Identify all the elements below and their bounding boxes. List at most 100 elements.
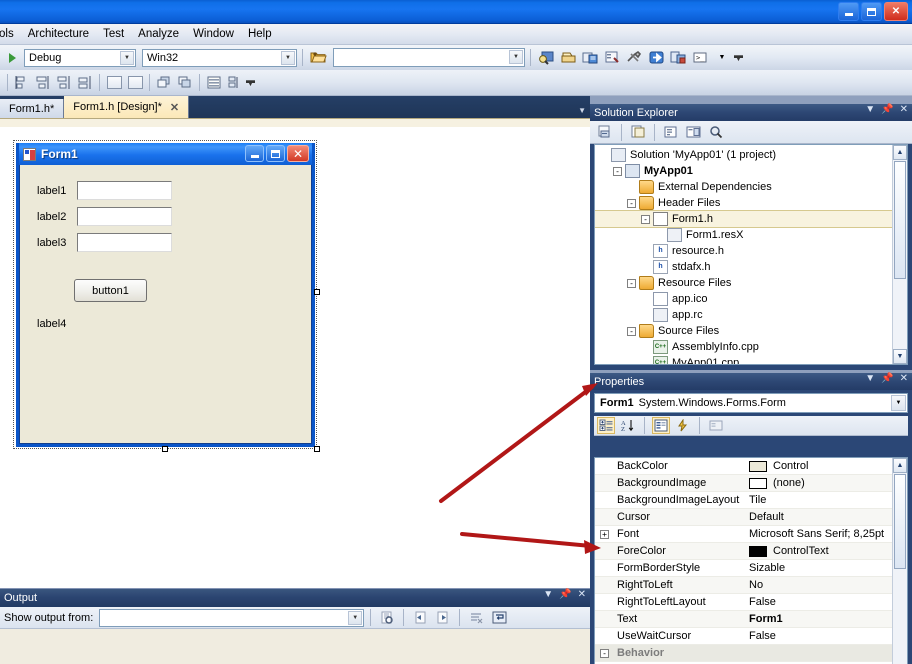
tree-item[interactable]: - Form1.h: [595, 210, 907, 228]
property-value-cell[interactable]: No: [745, 579, 907, 591]
categorized-icon[interactable]: [597, 417, 615, 434]
chevron-down-icon[interactable]: ▼: [865, 105, 875, 115]
scroll-up-icon[interactable]: ▲: [893, 458, 907, 473]
find-message-icon[interactable]: [377, 608, 397, 628]
form-designer-surface[interactable]: Form1 ✕ label1 label2 label3 label4 butt…: [0, 118, 590, 588]
platform-combo[interactable]: Win32 ▼: [142, 48, 297, 67]
align-centers-icon[interactable]: [33, 73, 53, 93]
tree-item[interactable]: Solution 'MyApp01' (1 project): [595, 147, 907, 163]
close-icon[interactable]: ✕: [900, 374, 908, 384]
scrollbar-thumb[interactable]: [894, 474, 906, 569]
designed-form[interactable]: Form1 ✕ label1 label2 label3 label4 butt…: [16, 143, 315, 447]
properties-icon[interactable]: [652, 417, 670, 434]
tree-item[interactable]: External Dependencies: [595, 179, 907, 195]
property-value-cell[interactable]: Microsoft Sans Serif; 8,25pt: [745, 528, 907, 540]
toolbar-overflow-icon[interactable]: ▬ ▼: [246, 75, 255, 88]
property-row[interactable]: FormBorderStyle Sizable: [595, 560, 907, 577]
form-textbox-3[interactable]: [77, 233, 172, 252]
chevron-down-icon[interactable]: ▼: [281, 50, 295, 65]
show-output-from-combo[interactable]: ▼: [99, 608, 365, 627]
tree-item[interactable]: h stdafx.h: [595, 259, 907, 275]
search-input[interactable]: ▼: [333, 48, 525, 67]
alphabetical-icon[interactable]: AZ: [619, 417, 637, 434]
show-all-files-icon[interactable]: [628, 122, 648, 142]
property-value-cell[interactable]: Tile: [745, 494, 907, 506]
tree-item[interactable]: app.ico: [595, 291, 907, 307]
toolbar-overflow-icon[interactable]: ▼: [712, 48, 732, 68]
navigate-forward-icon[interactable]: [646, 48, 666, 68]
chevron-down-icon[interactable]: ▼: [865, 374, 875, 384]
resize-handle-right[interactable]: [314, 289, 320, 295]
close-icon[interactable]: ✕: [170, 101, 179, 114]
properties-window-icon[interactable]: [602, 48, 622, 68]
property-row[interactable]: RightToLeft No: [595, 577, 907, 594]
property-row[interactable]: RightToLeftLayout False: [595, 594, 907, 611]
property-row[interactable]: Font Microsoft Sans Serif; 8,25pt: [595, 526, 907, 543]
tree-item[interactable]: - MyApp01: [595, 163, 907, 179]
property-pages-icon[interactable]: [707, 417, 725, 434]
chevron-down-icon[interactable]: ▼: [509, 50, 523, 64]
tree-item[interactable]: - Header Files: [595, 195, 907, 211]
chevron-down-icon[interactable]: ▼: [120, 50, 134, 65]
clear-all-icon[interactable]: [466, 608, 486, 628]
property-expander-icon[interactable]: -: [600, 649, 609, 658]
refresh-icon[interactable]: [707, 122, 727, 142]
property-row[interactable]: ForeColor ControlText: [595, 543, 907, 560]
solution-tree-scrollbar[interactable]: ▲ ▼: [892, 145, 907, 364]
tree-item[interactable]: C++ AssemblyInfo.cpp: [595, 339, 907, 355]
menu-item-architecture[interactable]: Architecture: [21, 26, 96, 42]
tools-icon[interactable]: [624, 48, 644, 68]
run-icon[interactable]: [2, 48, 22, 68]
property-value-cell[interactable]: Form1: [745, 613, 907, 625]
properties-icon[interactable]: [595, 122, 615, 142]
resize-handle-corner[interactable]: [314, 446, 320, 452]
property-category-row[interactable]: Behavior: [595, 645, 907, 662]
view-designer-icon[interactable]: [684, 122, 704, 142]
resize-handle-bottom[interactable]: [162, 446, 168, 452]
property-value-cell[interactable]: (none): [745, 477, 907, 489]
properties-grid-scrollbar[interactable]: ▲: [892, 458, 907, 664]
property-value-cell[interactable]: Sizable: [745, 562, 907, 574]
form-label-3[interactable]: label3: [37, 237, 66, 249]
toolbar-options-icon[interactable]: ▬ ▼: [734, 50, 743, 63]
chevron-down-icon[interactable]: ▼: [578, 106, 586, 115]
configuration-combo[interactable]: Debug ▼: [24, 48, 136, 67]
menu-item-window[interactable]: Window: [186, 26, 241, 42]
layout-icon[interactable]: [225, 73, 245, 93]
menu-item-analyze[interactable]: Analyze: [131, 26, 186, 42]
tab-form1-h[interactable]: Form1.h*: [0, 99, 65, 118]
align-middles-icon[interactable]: [75, 73, 95, 93]
tree-expander-icon[interactable]: -: [613, 166, 622, 176]
property-row[interactable]: UseWaitCursor False: [595, 628, 907, 645]
form-maximize-button[interactable]: [266, 145, 285, 162]
property-row[interactable]: Cursor Default: [595, 509, 907, 526]
form-label-1[interactable]: label1: [37, 185, 66, 197]
property-value-cell[interactable]: False: [745, 596, 907, 608]
tree-item[interactable]: C++ MyApp01.cpp: [595, 355, 907, 364]
form-label-2[interactable]: label2: [37, 211, 66, 223]
scrollbar-thumb[interactable]: [894, 161, 906, 279]
chevron-down-icon[interactable]: ▼: [348, 610, 363, 625]
tree-item[interactable]: h resource.h: [595, 243, 907, 259]
solution-tree[interactable]: Solution 'MyApp01' (1 project) - MyApp01 Ex…: [594, 144, 908, 365]
maximize-button[interactable]: [861, 2, 882, 21]
minimize-button[interactable]: [838, 2, 859, 21]
toggle-word-wrap-icon[interactable]: [489, 608, 509, 628]
solution-explorer-icon[interactable]: [580, 48, 600, 68]
form-textbox-1[interactable]: [77, 181, 172, 200]
close-button[interactable]: ✕: [884, 2, 908, 21]
property-row[interactable]: BackColor Control: [595, 458, 907, 475]
toolbox-icon[interactable]: [558, 48, 578, 68]
tree-expander-icon[interactable]: -: [641, 214, 650, 224]
make-same-width-icon[interactable]: [104, 73, 124, 93]
go-to-previous-icon[interactable]: [410, 608, 430, 628]
property-row[interactable]: BackgroundImageLayout Tile: [595, 492, 907, 509]
go-to-next-icon[interactable]: [433, 608, 453, 628]
tab-order-icon[interactable]: [204, 73, 224, 93]
form-minimize-button[interactable]: [245, 145, 264, 162]
tree-item[interactable]: app.rc: [595, 307, 907, 323]
object-browser-icon[interactable]: [668, 48, 688, 68]
form-close-button[interactable]: ✕: [287, 145, 309, 162]
chevron-down-icon[interactable]: ▼: [891, 395, 906, 411]
property-value-cell[interactable]: Default: [745, 511, 907, 523]
